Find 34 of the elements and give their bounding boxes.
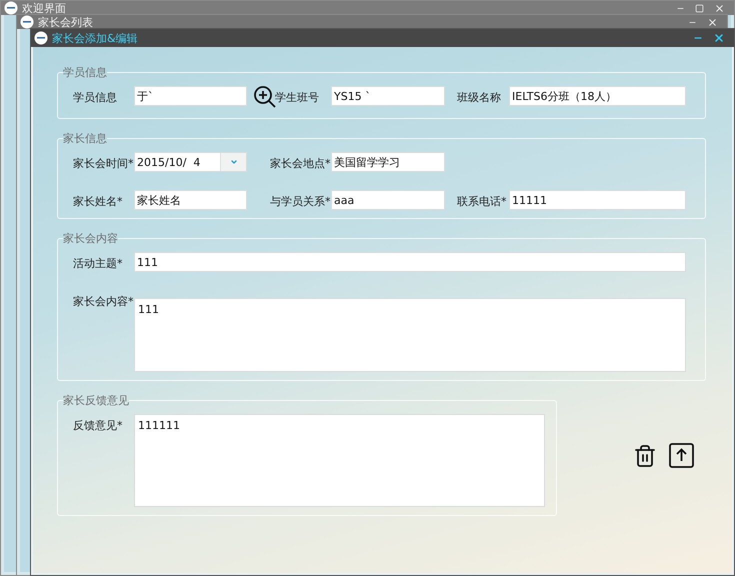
field-label: 家长会时间* [73, 156, 134, 171]
group-title: 家长反馈意见 [63, 393, 129, 408]
field-label: 与学员关系* [270, 194, 331, 209]
field-label: 反馈意见* [73, 418, 124, 433]
trash-icon[interactable] [633, 444, 657, 468]
logo-icon [20, 15, 34, 29]
text-field[interactable]: 111 [134, 252, 686, 272]
field-label: 联系电话* [457, 194, 508, 209]
logo-icon [34, 31, 48, 45]
text-area[interactable]: 111111 [134, 414, 545, 507]
text-field[interactable]: YS15 ` [331, 86, 445, 106]
text-field[interactable]: 11111 [509, 190, 686, 210]
group-title: 家长信息 [63, 131, 107, 146]
field-label: 学员信息 [73, 90, 118, 105]
window-title: 欢迎界面 [22, 2, 67, 14]
text-area[interactable]: 111 [134, 298, 686, 372]
group-title: 学员信息 [63, 65, 107, 80]
field-label: 学生班号 [275, 90, 320, 105]
window-title: 家长会添加&编辑 [52, 32, 139, 44]
date-picker[interactable]: 2015/10/ 4 [134, 152, 247, 172]
text-field[interactable]: 美国留学学习 [331, 152, 445, 172]
window-title: 家长会列表 [38, 16, 94, 28]
text-field[interactable]: IELTS6分班（18人） [509, 86, 686, 106]
group-title: 家长会内容 [63, 231, 118, 246]
logo-icon [4, 1, 18, 15]
field-label: 家长会地点* [270, 156, 331, 171]
upload-icon[interactable] [669, 443, 694, 468]
field-label: 班级名称 [457, 90, 502, 105]
text-field[interactable]: 家长姓名 [134, 190, 247, 210]
field-label: 家长姓名* [73, 194, 124, 209]
text-field[interactable]: aaa [331, 190, 445, 210]
field-label: 家长会内容* [73, 294, 134, 309]
field-label: 活动主题* [73, 256, 124, 271]
text-field[interactable]: 于` [134, 86, 247, 106]
